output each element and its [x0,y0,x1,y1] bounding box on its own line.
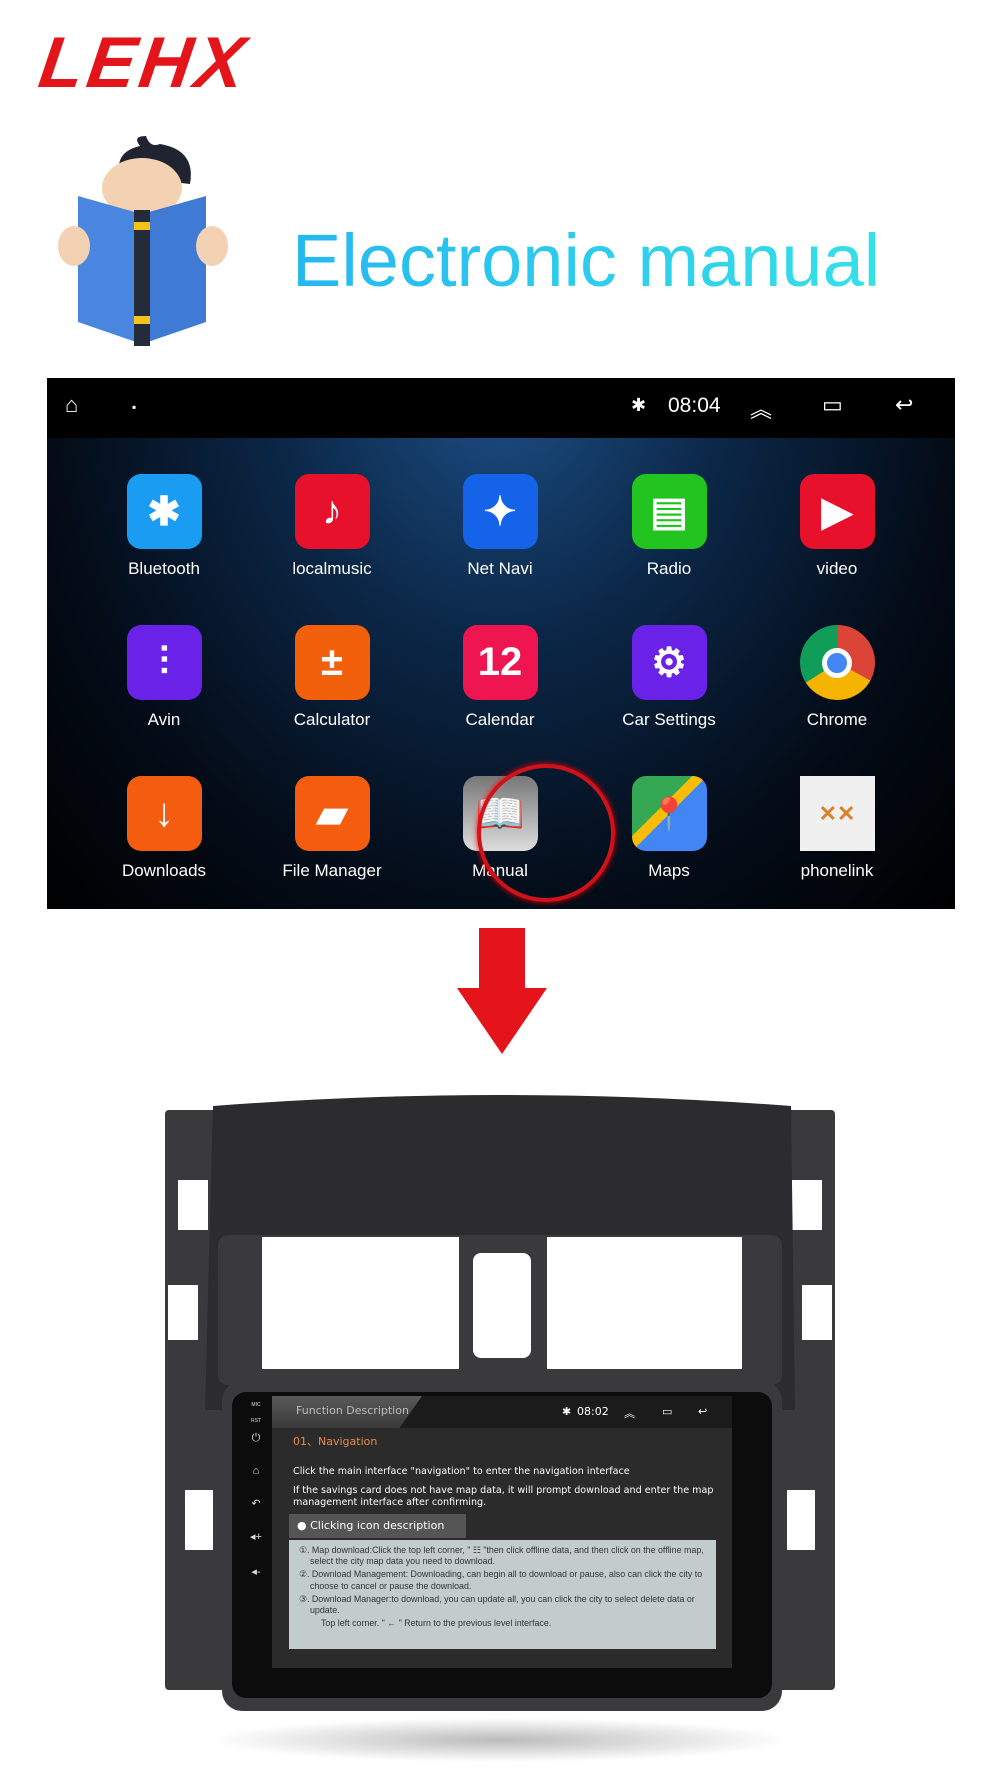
launcher-screen: ⌂ ▪ ✱ 08:04 ︽ ▭ ↩ ✱ Bluetooth ♪ localmusic ✦… [47,378,955,909]
app-calculator[interactable]: ± Calculator [257,625,407,730]
radio-icon: ▤ [631,474,707,549]
app-label: phonelink [800,861,874,880]
icon-description-box: ①. Map download:Click the top left corne… [289,1540,716,1649]
app-localmusic[interactable]: ♪ localmusic [257,474,407,579]
page-title: Electronic manual [292,219,881,302]
reading-book-icon [58,136,228,346]
mic-label: MIC [251,1402,261,1408]
screenshot-icon: ▪ [132,400,137,414]
expand-up-icon[interactable]: ︽ [624,1405,635,1421]
av-cable-icon: ⫶ [126,625,202,700]
app-phonelink[interactable]: ✕✕ phonelink [762,776,912,881]
section-heading: 01、Navigation [293,1435,378,1448]
list-item: ①. Map download:Click the top left corne… [299,1545,704,1567]
bluetooth-status-icon: ✱ [631,395,647,415]
calendar-icon: 12 [462,625,538,700]
play-icon: ▶ [799,474,875,549]
folder-icon: ▰ [294,776,370,851]
app-label: Radio [646,559,692,578]
gear-icon: ⚙ [631,625,707,700]
status-bar: ⌂ ▪ ✱ 08:04 ︽ ▭ ↩ [47,378,955,438]
app-net-navi[interactable]: ✦ Net Navi [425,474,575,579]
app-maps[interactable]: 📍 Maps [594,776,744,881]
app-label: Car Settings [622,710,716,729]
chrome-icon [799,625,875,700]
app-label: Calculator [293,710,371,729]
list-item: Top left corner. " ← " Return to the pre… [321,1618,552,1629]
bluetooth-icon: ✱ [126,474,202,549]
app-label: Maps [648,861,690,880]
back-icon[interactable]: ↶ [244,1497,268,1510]
bluetooth-status-icon: ✱ [562,1405,572,1418]
music-note-icon: ♪ [294,474,370,549]
calculator-icon: ± [294,625,370,700]
down-arrow-icon [457,928,547,1054]
phonelink-icon: ✕✕ [799,776,875,851]
tab-function-description[interactable]: Function Description [272,1396,422,1428]
volume-down-icon[interactable]: ◂- [244,1565,268,1578]
compass-icon: ✦ [462,474,538,549]
paragraph: Click the main interface "navigation" to… [293,1466,630,1477]
app-label: Net Navi [467,559,533,578]
recent-apps-icon[interactable]: ▭ [822,392,843,418]
maps-icon: 📍 [631,776,707,851]
app-label: File Manager [282,861,382,880]
rst-label: RST [251,1418,261,1424]
volume-up-icon[interactable]: ◂+ [244,1530,268,1543]
home-icon[interactable]: ⌂ [244,1465,268,1477]
clock: 08:02 [577,1405,609,1418]
recent-apps-icon[interactable]: ▭ [662,1405,672,1418]
app-radio[interactable]: ▤ Radio [594,474,744,579]
section-label: Clicking icon description [310,1519,445,1532]
app-label: Bluetooth [128,559,200,578]
app-label: localmusic [292,559,372,578]
clock: 08:04 [668,394,721,417]
back-icon[interactable]: ↩ [895,392,913,418]
lehx-logo: LEHX [34,23,254,103]
app-car-settings[interactable]: ⚙ Car Settings [594,625,744,730]
list-item: ②. Download Management: Downloading, can… [299,1569,703,1591]
home-icon[interactable]: ⌂ [65,392,78,418]
clicking-icon-description-header: ● Clicking icon description [289,1514,466,1538]
highlight-circle [477,764,615,902]
list-item: ③. Download Manager:to download, you can… [299,1593,695,1616]
side-buttons: MIC RST ⏻ ⌂ ↶ ◂+ ◂- [244,1400,268,1578]
app-calendar[interactable]: 12 Calendar [425,625,575,730]
manual-screen: Function Description ✱ 08:02 ︽ ▭ ↩ 01、Na… [272,1396,732,1668]
paragraph: If the savings card does not have map da… [293,1485,714,1508]
app-label: Chrome [806,710,868,729]
download-arrow-icon: ↓ [126,776,202,851]
expand-up-icon[interactable]: ︽ [750,392,772,424]
app-label: Avin [147,710,181,729]
status-bar: Function Description ✱ 08:02 ︽ ▭ ↩ [272,1396,732,1428]
app-label: Downloads [121,861,207,880]
power-icon[interactable]: ⏻ [244,1432,268,1445]
app-bluetooth[interactable]: ✱ Bluetooth [89,474,239,579]
app-avin[interactable]: ⫶ Avin [89,625,239,730]
app-downloads[interactable]: ↓ Downloads [89,776,239,881]
app-video[interactable]: ▶ video [762,474,912,579]
app-label: Calendar [465,710,535,729]
app-file-manager[interactable]: ▰ File Manager [257,776,407,881]
app-chrome[interactable]: Chrome [762,625,912,730]
back-icon[interactable]: ↩ [698,1405,707,1418]
app-label: video [816,559,858,578]
